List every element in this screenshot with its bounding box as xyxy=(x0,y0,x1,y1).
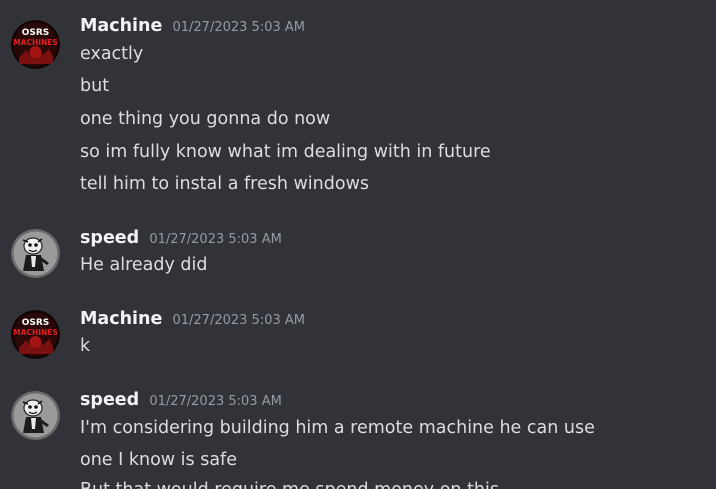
avatar-logo-top: OSRS xyxy=(22,28,50,38)
message-text: But that would require me spend money on… xyxy=(80,480,499,489)
username[interactable]: speed xyxy=(80,390,139,410)
timestamp[interactable]: 01/27/2023 5:03 AM xyxy=(172,313,305,328)
avatar[interactable] xyxy=(11,391,60,440)
username[interactable]: Machine xyxy=(80,309,162,329)
osrs-machines-logo-icon: OSRS MACHINES xyxy=(11,20,60,69)
cartoon-character-avatar-icon xyxy=(11,391,60,440)
message-text: He already did xyxy=(80,255,208,275)
username[interactable]: Machine xyxy=(80,16,162,36)
message-text: exactly xyxy=(80,44,144,64)
cartoon-character-avatar-icon xyxy=(11,229,60,278)
message-header: speed 01/27/2023 5:03 AM xyxy=(80,228,282,248)
chat-message-list: OSRS MACHINES Machine 01/27/2023 5:03 AM… xyxy=(0,0,716,489)
timestamp[interactable]: 01/27/2023 5:03 AM xyxy=(149,232,282,247)
avatar[interactable]: OSRS MACHINES xyxy=(11,20,60,69)
avatar[interactable] xyxy=(11,229,60,278)
timestamp[interactable]: 01/27/2023 5:03 AM xyxy=(172,20,305,35)
username[interactable]: speed xyxy=(80,228,139,248)
message-text: one thing you gonna do now xyxy=(80,109,331,129)
osrs-machines-logo-icon: OSRS MACHINES xyxy=(11,310,60,359)
message-text: k xyxy=(80,336,91,356)
message-text: one I know is safe xyxy=(80,450,237,470)
message-header: speed 01/27/2023 5:03 AM xyxy=(80,390,282,410)
message-text: tell him to instal a fresh windows xyxy=(80,174,369,194)
avatar-logo-top: OSRS xyxy=(22,318,50,328)
message-text: I'm considering building him a remote ma… xyxy=(80,418,595,438)
avatar-logo-bottom: MACHINES xyxy=(13,328,58,337)
message-header: Machine 01/27/2023 5:03 AM xyxy=(80,16,305,36)
avatar-logo-bottom: MACHINES xyxy=(13,38,58,47)
timestamp[interactable]: 01/27/2023 5:03 AM xyxy=(149,394,282,409)
message-text: but xyxy=(80,76,110,96)
message-text: so im fully know what im dealing with in… xyxy=(80,142,491,162)
message-header: Machine 01/27/2023 5:03 AM xyxy=(80,309,305,329)
avatar[interactable]: OSRS MACHINES xyxy=(11,310,60,359)
